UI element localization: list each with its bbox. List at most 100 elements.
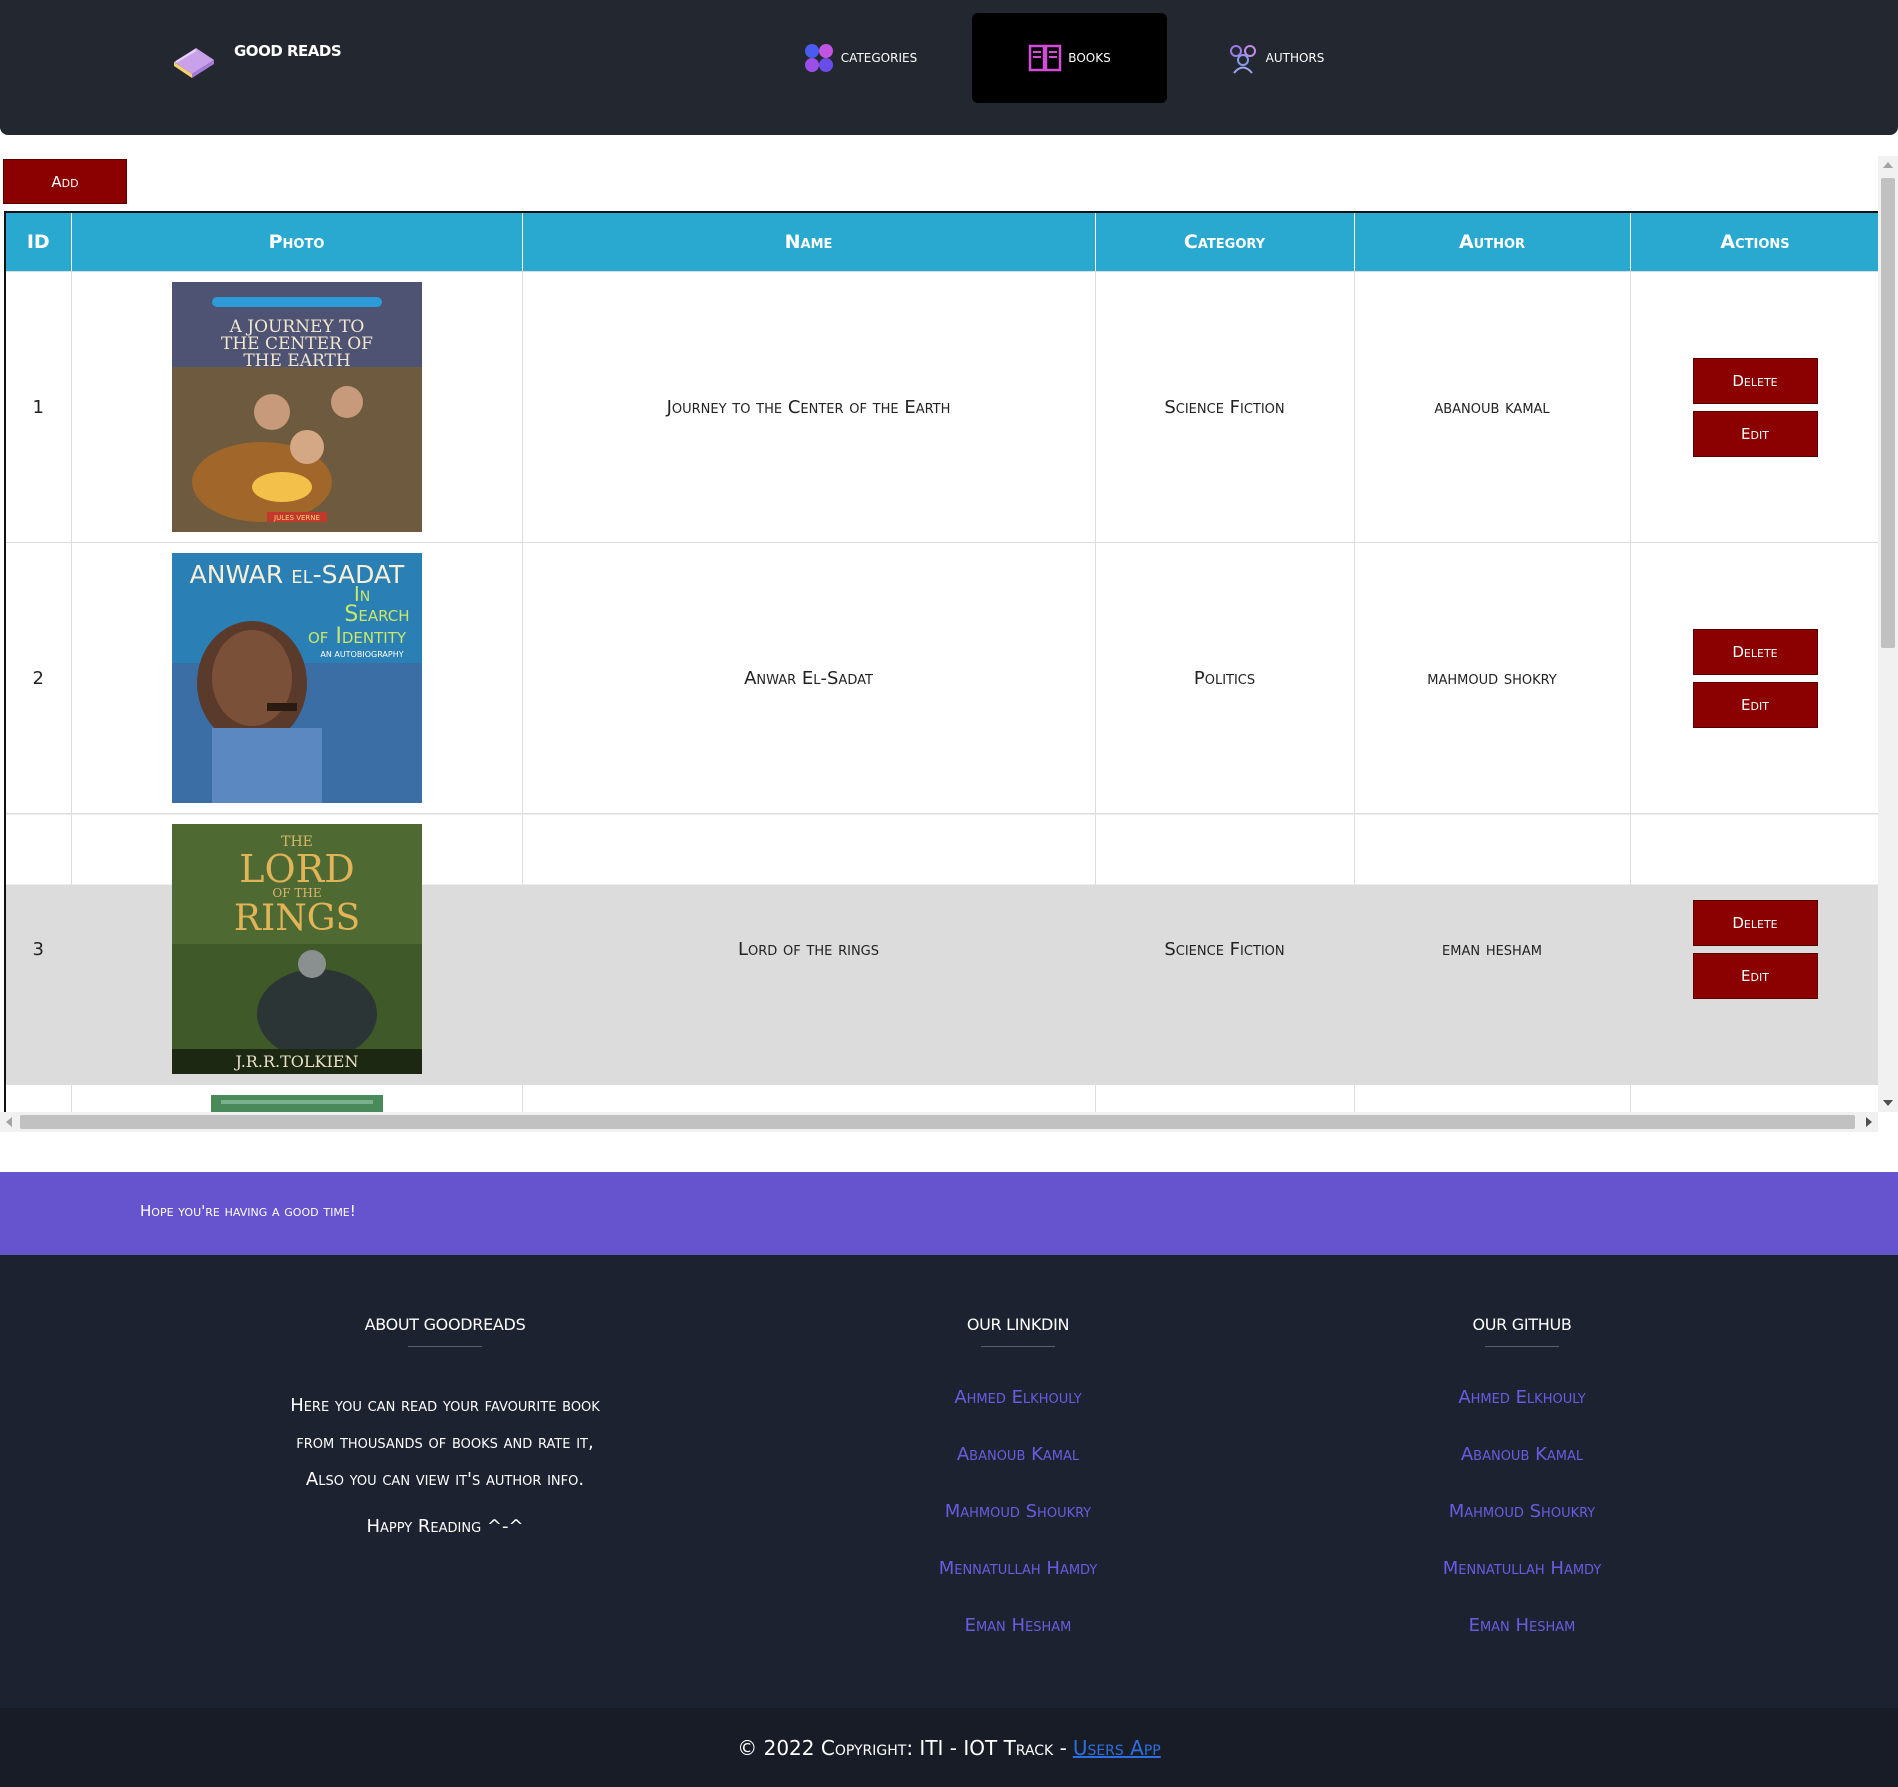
scroll-left-arrow-icon[interactable] bbox=[6, 1117, 12, 1127]
book-logo-icon bbox=[174, 48, 214, 78]
linkedin-link[interactable]: Mahmoud Shoukry bbox=[758, 1501, 1278, 1558]
linkedin-link[interactable]: Abanoub Kamal bbox=[758, 1444, 1278, 1501]
header-author: Author bbox=[1354, 213, 1631, 272]
cell-name: Anwar El-Sadat bbox=[522, 542, 1096, 814]
cell-name: Lord of the rings bbox=[522, 813, 1096, 1085]
cover-author: AN AUTOBIOGRAPHY bbox=[320, 650, 403, 659]
brand[interactable]: GOOD READS bbox=[170, 40, 342, 80]
cover-title-line-1: ANWAR el-SADAT bbox=[189, 560, 404, 589]
book-cover-image: A JOURNEY TO THE CENTER OF THE EARTH JUL… bbox=[171, 282, 422, 532]
github-link[interactable]: Eman Hesham bbox=[1262, 1615, 1782, 1672]
table-row: 2 ANWAR el-SADAT In Search of Identity A… bbox=[6, 542, 1878, 814]
header-actions: Actions bbox=[1630, 213, 1878, 272]
cell-id bbox=[6, 1084, 72, 1112]
header-id: ID bbox=[6, 213, 72, 272]
authors-icon bbox=[1229, 45, 1256, 74]
horizontal-scrollbar[interactable] bbox=[0, 1112, 1878, 1132]
edit-button[interactable]: Edit bbox=[1692, 681, 1818, 728]
cell-photo bbox=[71, 1084, 523, 1112]
vertical-scroll-thumb[interactable] bbox=[1881, 178, 1895, 648]
book-cover-image: ANWAR el-SADAT In Search of Identity AN … bbox=[171, 553, 422, 803]
delete-button[interactable]: Delete bbox=[1692, 357, 1818, 404]
books-table: ID Photo Name Category Author Actions 1 bbox=[6, 213, 1878, 1112]
footer-about: ABOUT GOODREADS Here you can read your f… bbox=[185, 1315, 705, 1537]
linkedin-links: Ahmed Elkhouly Abanoub Kamal Mahmoud Sho… bbox=[758, 1387, 1278, 1672]
nav-categories-label: Categories bbox=[840, 51, 918, 65]
cell-actions bbox=[1630, 1084, 1878, 1112]
books-table-viewport[interactable]: ID Photo Name Category Author Actions 1 bbox=[4, 211, 1878, 1112]
brand-name: GOOD READS bbox=[234, 42, 342, 60]
cell-photo: ANWAR el-SADAT In Search of Identity AN … bbox=[71, 542, 523, 814]
cell-actions: Delete Edit bbox=[1630, 542, 1878, 814]
table-row: 3 THE LORD OF THE RINGS J.R.R.TOLKIEN Lo… bbox=[6, 813, 1878, 1085]
cell-id: 2 bbox=[6, 542, 72, 814]
footer-github: OUR GITHUB Ahmed Elkhouly Abanoub Kamal … bbox=[1262, 1315, 1782, 1672]
greeting-banner: Hope you're having a good time! bbox=[0, 1172, 1898, 1255]
github-link[interactable]: Abanoub Kamal bbox=[1262, 1444, 1782, 1501]
delete-button[interactable]: Delete bbox=[1692, 899, 1818, 946]
footer-github-heading: OUR GITHUB bbox=[1472, 1315, 1572, 1334]
nav-books[interactable]: Books bbox=[972, 13, 1167, 103]
cover-author: JULES VERNE bbox=[273, 514, 320, 522]
cell-actions: Delete Edit bbox=[1630, 271, 1878, 543]
nav-categories[interactable]: Categories bbox=[780, 13, 940, 103]
about-line: from thousands of books and rate it, bbox=[296, 1432, 594, 1453]
edit-button[interactable]: Edit bbox=[1692, 952, 1818, 999]
table-header-row: ID Photo Name Category Author Actions bbox=[6, 213, 1878, 272]
divider bbox=[981, 1346, 1055, 1347]
cover-title-line-4: RINGS bbox=[233, 898, 359, 939]
linkedin-link[interactable]: Ahmed Elkhouly bbox=[758, 1387, 1278, 1444]
cell-category bbox=[1095, 1084, 1355, 1112]
cover-title-line-4: of Identity bbox=[307, 624, 406, 649]
scroll-right-arrow-icon[interactable] bbox=[1866, 1117, 1872, 1127]
users-app-link[interactable]: Users App bbox=[1073, 1736, 1161, 1760]
cell-name bbox=[522, 1084, 1096, 1112]
cell-category: Science Fiction bbox=[1095, 271, 1355, 543]
cell-author: mahmoud shokry bbox=[1354, 542, 1631, 814]
divider bbox=[1485, 1346, 1559, 1347]
github-link[interactable]: Ahmed Elkhouly bbox=[1262, 1387, 1782, 1444]
cell-author bbox=[1354, 1084, 1631, 1112]
github-links: Ahmed Elkhouly Abanoub Kamal Mahmoud Sho… bbox=[1262, 1387, 1782, 1672]
about-line: Also you can view it's author info. bbox=[305, 1469, 585, 1490]
edit-button[interactable]: Edit bbox=[1692, 410, 1818, 457]
footer-about-heading: ABOUT GOODREADS bbox=[364, 1315, 526, 1334]
horizontal-scroll-thumb[interactable] bbox=[20, 1115, 1855, 1129]
table-row bbox=[6, 1084, 1878, 1112]
header-photo: Photo bbox=[71, 213, 523, 272]
header-category: Category bbox=[1095, 213, 1355, 272]
book-cover-image bbox=[210, 1095, 383, 1112]
top-navbar: GOOD READS Categories Books Authors bbox=[0, 0, 1898, 135]
footer-linkedin-heading: OUR LINKDIN bbox=[966, 1315, 1070, 1334]
scroll-down-arrow-icon[interactable] bbox=[1883, 1100, 1893, 1106]
books-icon bbox=[1029, 44, 1062, 72]
cover-author: J.R.R.TOLKIEN bbox=[233, 1052, 358, 1071]
cell-photo: A JOURNEY TO THE CENTER OF THE EARTH JUL… bbox=[71, 271, 523, 543]
cover-title-line-3: THE EARTH bbox=[243, 351, 350, 371]
scroll-up-arrow-icon[interactable] bbox=[1883, 162, 1893, 168]
add-book-button[interactable]: Add bbox=[3, 159, 127, 204]
divider bbox=[408, 1346, 482, 1347]
nav-authors[interactable]: Authors bbox=[1195, 13, 1355, 103]
greeting-text: Hope you're having a good time! bbox=[140, 1202, 356, 1220]
vertical-scrollbar[interactable] bbox=[1878, 156, 1898, 1112]
nav-authors-label: Authors bbox=[1265, 51, 1325, 65]
categories-icon bbox=[804, 44, 833, 72]
linkedin-link[interactable]: Mennatullah Hamdy bbox=[758, 1558, 1278, 1615]
table-row: 1 A JOURNEY TO THE CENTER OF THE EARTH J… bbox=[6, 271, 1878, 543]
about-closing: Happy Reading ^-^ bbox=[366, 1516, 524, 1537]
cell-name: Journey to the Center of the Earth bbox=[522, 271, 1096, 543]
about-line: Here you can read your favourite book bbox=[290, 1395, 600, 1416]
github-link[interactable]: Mennatullah Hamdy bbox=[1262, 1558, 1782, 1615]
cover-title-line-2: LORD bbox=[239, 847, 354, 891]
cell-id: 1 bbox=[6, 271, 72, 543]
cell-category: Science Fiction bbox=[1095, 813, 1355, 1085]
book-cover-image: THE LORD OF THE RINGS J.R.R.TOLKIEN bbox=[171, 824, 422, 1074]
footer: ABOUT GOODREADS Here you can read your f… bbox=[0, 1255, 1898, 1708]
nav-books-label: Books bbox=[1068, 51, 1111, 65]
github-link[interactable]: Mahmoud Shoukry bbox=[1262, 1501, 1782, 1558]
delete-button[interactable]: Delete bbox=[1692, 628, 1818, 675]
about-description: Here you can read your favourite book fr… bbox=[185, 1387, 705, 1498]
linkedin-link[interactable]: Eman Hesham bbox=[758, 1615, 1278, 1672]
cell-author: eman hesham bbox=[1354, 813, 1631, 1085]
